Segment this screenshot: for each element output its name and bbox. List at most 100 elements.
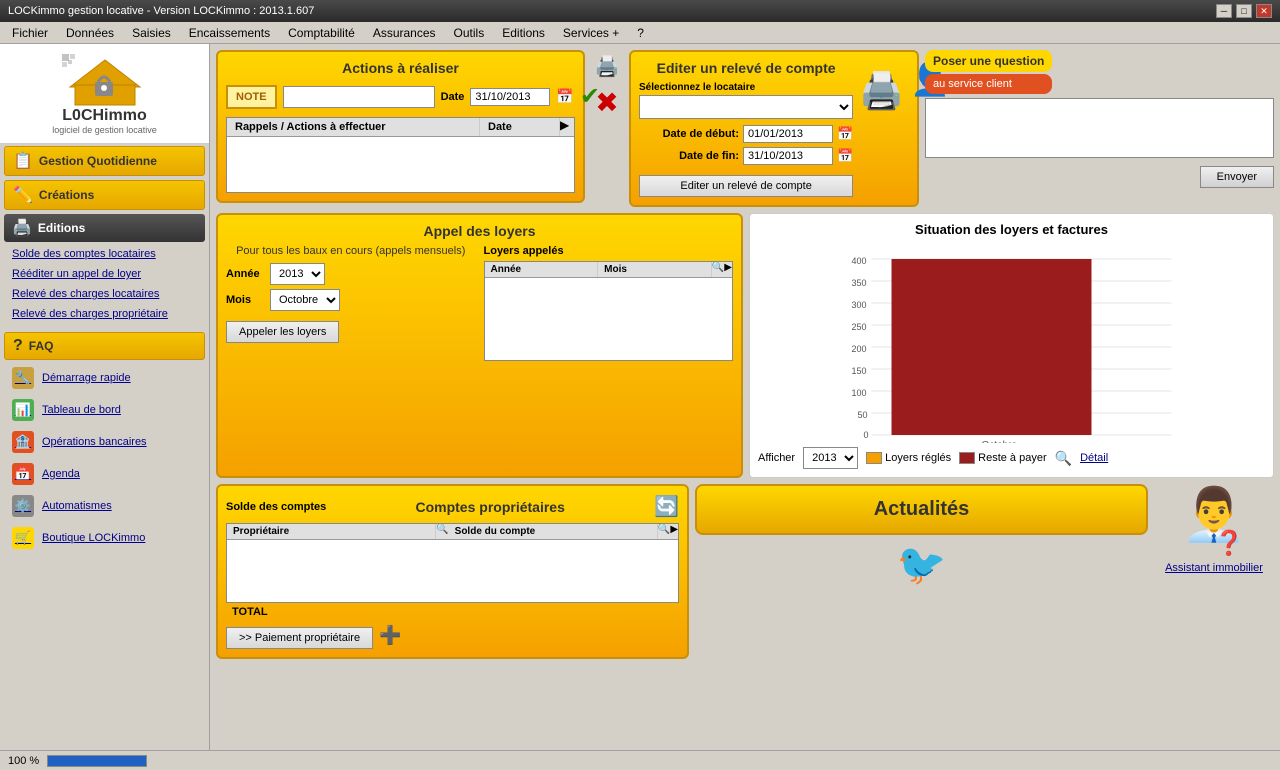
reediter-link[interactable]: Rééditer un appel de loyer [0,264,209,284]
date-debut-calendar[interactable]: 📅 [837,126,853,142]
solde-search-icon[interactable]: 🔍 [658,524,670,539]
date-debut-input[interactable] [743,125,833,143]
solde-link[interactable]: Solde des comptes locataires [0,244,209,264]
mois-label: Mois [226,294,266,306]
col-solde: Solde du compte [449,524,658,539]
table-body [227,137,574,192]
menu-services[interactable]: Services + [555,24,627,42]
menu-help[interactable]: ? [629,24,652,42]
editer-inner: Editer un relevé de compte Sélectionnez … [639,60,909,197]
date-debut-row: Date de début: 📅 [639,125,853,143]
releve-proprio-link[interactable]: Relevé des charges propriétaire [0,304,209,324]
menu-encaissements[interactable]: Encaissements [181,24,278,42]
editions-section: 🖨️ Editions [4,214,205,242]
date-fin-calendar[interactable]: 📅 [837,148,853,164]
send-button[interactable]: Envoyer [1200,166,1274,188]
faq-label: FAQ [29,339,54,353]
comptes-expand-icon[interactable]: ▶ [670,524,678,539]
add-icon[interactable]: ➕ [379,625,401,646]
assistant-area: 🐦 [695,541,1148,588]
legend-reste-a-payer: Reste à payer [959,452,1046,464]
actualites-button[interactable]: Actualités [695,484,1148,535]
note-tag: NOTE [226,85,277,109]
question-icon: ? [13,337,23,355]
boutique-label: Boutique LOCKimmo [42,532,145,544]
loyers-header: Année Mois 🔍 ▶ [485,262,733,278]
annee-select[interactable]: 2013 [270,263,325,285]
year-select[interactable]: 2013 [803,447,858,469]
chat-textarea[interactable] [925,98,1274,158]
menu-outils[interactable]: Outils [446,24,493,42]
faq-button[interactable]: ? FAQ [4,332,205,360]
middle-row: Appel des loyers Pour tous les baux en c… [216,213,1274,478]
chat-area: Poser une question au service client Env… [925,50,1274,188]
legend-loyers-regles: Loyers réglés [866,452,951,464]
note-input[interactable] [283,86,435,108]
paiement-button[interactable]: >> Paiement propriétaire [226,627,373,649]
comptes-title: Comptes propriétaires [415,499,564,515]
gestion-quotidienne-button[interactable]: 📋 Gestion Quotidienne [4,146,205,176]
operations-bancaires-button[interactable]: 🏦 Opérations bancaires [4,427,205,457]
close-button[interactable]: ✕ [1256,4,1272,18]
actions-title: Actions à réaliser [226,60,575,76]
menu-assurances[interactable]: Assurances [365,24,444,42]
chat-title1: Poser une question [925,50,1052,72]
prop-search-icon[interactable]: 🔍 [436,524,448,539]
assistant-link[interactable]: Assistant immobilier [1165,562,1263,574]
magnifier-icon[interactable]: 🔍 [1055,450,1072,467]
agenda-button[interactable]: 📅 Agenda [4,459,205,489]
detail-link[interactable]: Détail [1080,452,1108,464]
menu-editions[interactable]: Editions [494,24,553,42]
menu-fichier[interactable]: Fichier [4,24,56,42]
title-bar-controls: ─ □ ✕ [1216,4,1272,18]
appel-right: Loyers appelés Année Mois 🔍 ▶ [484,245,734,361]
comptes-card: Solde des comptes Comptes propriétaires … [216,484,689,659]
actualites-col: Actualités 🐦 [695,484,1148,659]
annee-label: Année [226,268,266,280]
menu-saisies[interactable]: Saisies [124,24,179,42]
demarrage-label: Démarrage rapide [42,372,131,384]
chat-bubbles: Poser une question au service client [925,50,1274,94]
mois-select[interactable]: Octobre [270,289,340,311]
col-rappels: Rappels / Actions à effectuer [227,118,480,136]
logo-text: L0CHimmo [62,107,146,125]
note-date-input[interactable] [470,88,550,106]
svg-text:300: 300 [852,300,867,310]
operations-label: Opérations bancaires [42,436,147,448]
date-fin-input[interactable] [743,147,833,165]
reste-payer-color [959,452,975,464]
appel-loyers-button[interactable]: Appeler les loyers [226,321,339,343]
editions-label: Editions [38,221,85,235]
loyers-search-icon[interactable]: 🔍 [712,262,724,277]
mois-row: Mois Octobre [226,289,476,311]
gear-icon: ⚙️ [12,495,34,517]
editer-button[interactable]: Editer un relevé de compte [639,175,853,197]
logo-box: L0CHimmo logiciel de gestion locative [8,52,201,135]
minimize-button[interactable]: ─ [1216,4,1232,18]
boutique-button[interactable]: 🛒 Boutique LOCKimmo [4,523,205,553]
gestion-label: Gestion Quotidienne [39,154,157,168]
refresh-icon[interactable]: 🔄 [654,494,679,519]
bottom-row: Solde des comptes Comptes propriétaires … [216,484,1274,659]
menu-donnees[interactable]: Données [58,24,122,42]
expand-icon[interactable]: ▶ [560,118,574,136]
svg-text:Octobre: Octobre [982,440,1018,443]
pencil-icon: ✏️ [13,185,33,205]
calendar-picker-icon[interactable]: 📅 [556,88,573,105]
print-button[interactable]: 🖨️ [591,50,623,82]
chart-icon: 📊 [12,399,34,421]
wrench-icon: 🔧 [12,367,34,389]
creations-button[interactable]: ✏️ Créations [4,180,205,210]
maximize-button[interactable]: □ [1236,4,1252,18]
tenant-select[interactable] [639,95,853,119]
svg-text:250: 250 [852,322,867,332]
solde-label: Solde des comptes [226,501,326,513]
tableau-bord-button[interactable]: 📊 Tableau de bord [4,395,205,425]
menu-comptabilite[interactable]: Comptabilité [280,24,363,42]
releve-charges-link[interactable]: Relevé des charges locataires [0,284,209,304]
demarrage-button[interactable]: 🔧 Démarrage rapide [4,363,205,393]
delete-button[interactable]: ✖ [591,86,623,118]
automatismes-button[interactable]: ⚙️ Automatismes [4,491,205,521]
automatismes-label: Automatismes [42,500,112,512]
loyers-expand-icon[interactable]: ▶ [724,262,732,277]
